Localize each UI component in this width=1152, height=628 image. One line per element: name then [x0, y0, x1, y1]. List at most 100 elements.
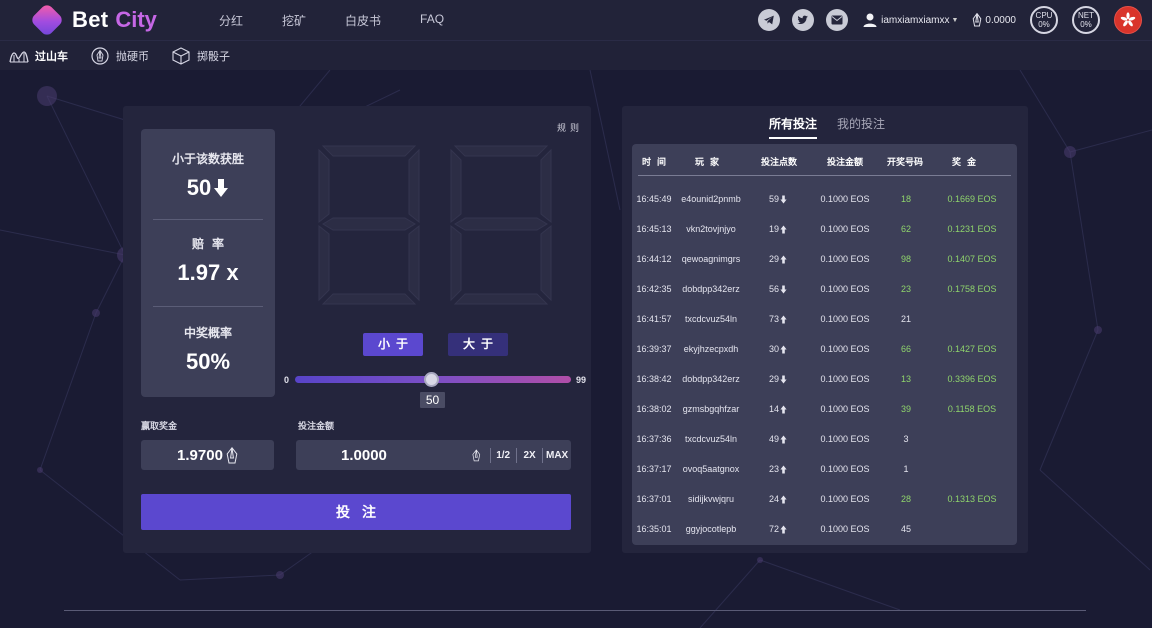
slider-handle[interactable]	[424, 372, 439, 387]
subnav-item-roller-coaster[interactable]: 过山车	[8, 47, 68, 65]
cell-result: 28	[900, 494, 911, 504]
cell-result: 21	[900, 314, 911, 324]
cell-amount: 0.1000 EOS	[820, 434, 870, 444]
brand-logo[interactable]: Bet City	[29, 2, 192, 38]
cell-roll-value: 23	[768, 464, 779, 474]
cell-payout: 0.1313 EOS	[947, 494, 997, 504]
arrow-up-icon	[780, 315, 787, 323]
cell-payout: 0.1407 EOS	[947, 254, 997, 264]
chevron-down-icon: ▼	[951, 16, 959, 24]
win-chance-label: 中奖概率	[183, 326, 232, 340]
cell-result: 18	[900, 194, 911, 204]
cell-amount: 0.1000 EOS	[820, 404, 870, 414]
nav-link-faq[interactable]: FAQ	[420, 12, 444, 29]
cell-roll: 14	[750, 404, 806, 414]
cell-time: 16:38:42	[636, 374, 672, 384]
cell-amount: 0.1000 EOS	[820, 494, 870, 504]
brand-name-part2: City	[115, 7, 157, 32]
cell-result: 45	[900, 524, 911, 534]
cell-time: 16:37:01	[636, 494, 672, 504]
half-bet-button[interactable]: 1/2	[490, 450, 516, 461]
odds-stat: 赔率 1.97 x	[141, 235, 275, 286]
cell-amount: 0.1000 EOS	[820, 374, 870, 384]
arrow-up-icon	[780, 225, 787, 233]
telegram-icon[interactable]	[758, 9, 781, 31]
cell-roll: 29	[750, 374, 806, 384]
bets-tabs: 所有投注 我的投注	[622, 115, 1028, 139]
nav-link-dividends[interactable]: 分红	[219, 12, 243, 29]
brand-name-part1: Bet	[72, 7, 109, 32]
cell-player: ovoq5aatgnox	[682, 464, 740, 474]
double-bet-button[interactable]: 2X	[517, 450, 543, 461]
cell-player: sidijkvwjqru	[687, 494, 734, 504]
subnav-item-dice[interactable]: 掷骰子	[170, 46, 230, 65]
cell-roll: 72	[750, 524, 806, 534]
place-bet-button[interactable]: 投注	[141, 494, 571, 530]
cell-time: 16:38:02	[636, 404, 672, 414]
header-right-controls: iamxiamxiamxx ▼ 0.0000 CPU 0% NET 0%	[758, 6, 1142, 34]
bets-table-body: 16:45:49 e4ounid2pnmb 59 0.1000 EOS 18 0.1669…	[632, 185, 1017, 545]
subnav-item-coin-flip[interactable]: 抛硬币	[89, 46, 149, 65]
table-row: 16:38:42 dobdpp342erz 29 0.1000 EOS 13 0.3396…	[632, 365, 1017, 395]
cell-result: 3	[903, 434, 909, 444]
email-icon[interactable]	[826, 9, 849, 31]
bet-amount-input[interactable]	[341, 446, 451, 464]
hong-kong-flag-icon[interactable]	[1114, 6, 1142, 34]
cpu-label: CPU	[1035, 11, 1053, 20]
eos-token-icon	[472, 448, 481, 461]
tab-all-bets[interactable]: 所有投注	[769, 115, 818, 139]
win-condition-value-row: 50	[141, 175, 275, 201]
cell-result: 62	[900, 224, 911, 234]
dice-icon	[170, 46, 192, 65]
roller-coaster-icon	[8, 47, 30, 65]
subnav-label-roller-coaster: 过山车	[35, 50, 68, 63]
cell-time: 16:45:49	[636, 194, 672, 204]
top-navigation-bar: Bet City 分红 挖矿 白皮书 FAQ iamxiamxiamxx ▼ 0…	[0, 0, 1152, 40]
cell-time: 16:37:36	[636, 434, 672, 444]
payout-display: 1.9700	[141, 440, 274, 470]
cell-time: 16:44:12	[636, 254, 672, 264]
nav-link-mining[interactable]: 挖矿	[282, 12, 306, 29]
cell-result: 39	[900, 404, 911, 414]
cell-roll-value: 72	[768, 524, 779, 534]
payout-label: 赢取奖金	[141, 421, 178, 431]
cell-roll-value: 30	[768, 344, 779, 354]
cell-roll-value: 49	[768, 434, 779, 444]
seven-segment-display: 88	[318, 145, 552, 305]
table-row: 16:37:17 ovoq5aatgnox 23 0.1000 EOS 1	[632, 455, 1017, 485]
cell-roll: 49	[750, 434, 806, 444]
table-row: 16:42:35 dobdpp342erz 56 0.1000 EOS 23 0.1758…	[632, 275, 1017, 305]
nav-link-whitepaper[interactable]: 白皮书	[345, 12, 381, 29]
roll-over-button[interactable]: 大于	[448, 333, 508, 356]
cell-result: 23	[900, 284, 911, 294]
cell-time: 16:35:01	[636, 524, 672, 534]
slider-value-tooltip: 50	[420, 392, 445, 408]
roll-under-button[interactable]: 小于	[363, 333, 423, 356]
cell-player: dobdpp342erz	[682, 374, 740, 384]
win-chance-value: 50%	[185, 349, 231, 374]
tab-my-bets[interactable]: 我的投注	[837, 115, 885, 137]
cell-roll: 29	[750, 254, 806, 264]
user-menu[interactable]: iamxiamxiamxx ▼	[862, 12, 958, 28]
coin-icon	[89, 46, 111, 65]
arrow-up-icon	[780, 345, 787, 353]
cell-result: 1	[903, 464, 909, 474]
cell-player: qewoagnimgrs	[681, 254, 741, 264]
cell-result: 66	[900, 344, 911, 354]
cell-payout: 0.3396 EOS	[947, 374, 997, 384]
rules-link[interactable]: 规则	[557, 121, 583, 134]
arrow-down-icon	[780, 195, 787, 203]
cell-roll-value: 14	[768, 404, 779, 414]
cell-payout: 0.1231 EOS	[947, 224, 997, 234]
net-label: NET	[1078, 11, 1094, 20]
bet-amount-label: 投注金额	[298, 421, 335, 431]
net-meter[interactable]: NET 0%	[1072, 6, 1100, 34]
odds-label: 赔率	[191, 237, 232, 251]
cell-time: 16:41:57	[636, 314, 672, 324]
cell-amount: 0.1000 EOS	[820, 284, 870, 294]
cell-roll-value: 59	[768, 194, 779, 204]
cell-roll-value: 73	[768, 314, 779, 324]
twitter-icon[interactable]	[792, 9, 815, 31]
max-bet-button[interactable]: MAX	[543, 450, 571, 461]
cpu-meter[interactable]: CPU 0%	[1030, 6, 1058, 34]
